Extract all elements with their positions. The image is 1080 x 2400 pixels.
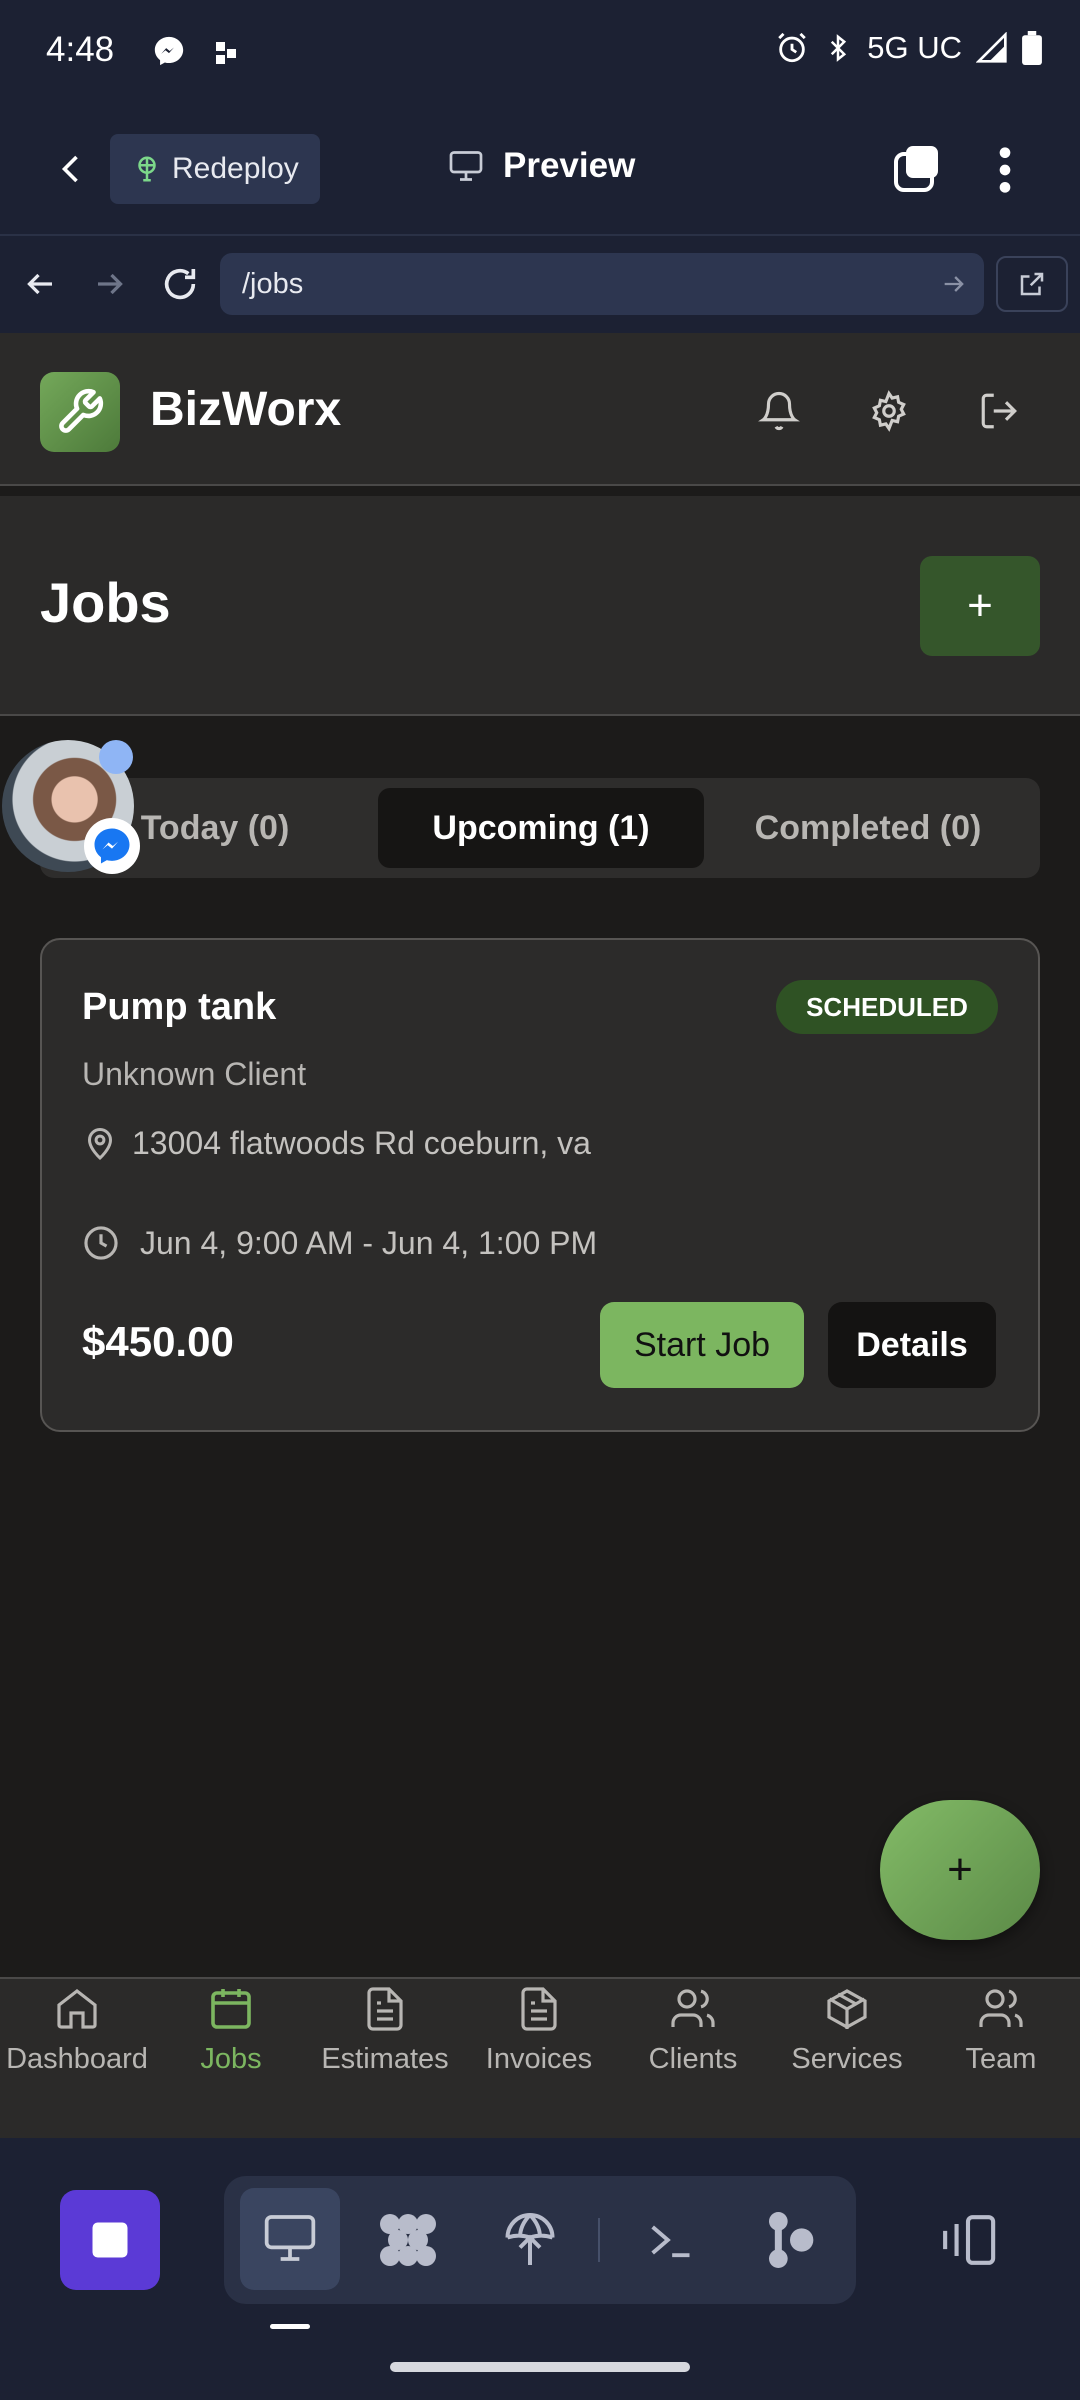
dock-active-indicator xyxy=(270,2324,310,2329)
job-address: 13004 flatwoods Rd coeburn, va xyxy=(82,1124,591,1162)
browser-forward-icon[interactable] xyxy=(92,266,128,302)
external-link-icon xyxy=(1017,269,1047,299)
job-tabs: Today (0) Upcoming (1) Completed (0) xyxy=(40,778,1040,878)
nav-item-jobs[interactable]: Jobs xyxy=(154,1985,308,2076)
stop-button[interactable] xyxy=(60,2190,160,2290)
url-text: /jobs xyxy=(242,267,304,300)
add-job-button[interactable]: + xyxy=(920,556,1040,656)
map-pin-icon xyxy=(82,1124,118,1162)
clock-icon xyxy=(82,1224,120,1262)
nav-label: Services xyxy=(791,2043,903,2075)
nav-label: Team xyxy=(965,2043,1037,2075)
nav-label: Invoices xyxy=(485,2043,593,2075)
job-time-text: Jun 4, 9:00 AM - Jun 4, 1:00 PM xyxy=(140,1224,598,1261)
reload-icon[interactable] xyxy=(160,264,200,304)
alarm-icon xyxy=(775,31,809,65)
users-icon xyxy=(669,1985,717,2033)
document-icon xyxy=(361,1985,409,2033)
nav-label: Clients xyxy=(648,2043,738,2075)
back-button[interactable] xyxy=(54,148,90,190)
redeploy-button[interactable]: Redeploy xyxy=(110,134,320,204)
calendar-icon xyxy=(207,1985,255,2033)
shell-tool-icon[interactable] xyxy=(640,2214,700,2266)
tabs-switcher-button[interactable] xyxy=(892,144,942,194)
nav-label: Jobs xyxy=(200,2043,262,2075)
page-title: Jobs xyxy=(40,571,171,634)
signal-icon xyxy=(976,32,1008,64)
nav-label: Dashboard xyxy=(6,2043,148,2075)
start-job-button[interactable]: Start Job xyxy=(600,1302,804,1388)
preview-label: Preview xyxy=(503,146,636,185)
status-right: 5G UC xyxy=(775,30,1042,66)
deploy-tool-icon[interactable] xyxy=(500,2208,560,2272)
nav-item-team[interactable]: Team xyxy=(924,1985,1078,2076)
users-icon xyxy=(977,1985,1025,2033)
nav-item-estimates[interactable]: Estimates xyxy=(308,1985,462,2076)
messenger-icon xyxy=(91,825,133,867)
details-button[interactable]: Details xyxy=(828,1302,996,1388)
url-go-icon[interactable] xyxy=(940,270,968,298)
status-badge: SCHEDULED xyxy=(776,980,998,1034)
preview-tool-icon xyxy=(260,2210,320,2266)
monitor-icon xyxy=(447,148,485,184)
tab-upcoming[interactable]: Upcoming (1) xyxy=(378,788,704,868)
tab-completed[interactable]: Completed (0) xyxy=(706,788,1030,868)
unread-dot xyxy=(99,740,133,774)
logout-icon[interactable] xyxy=(978,390,1020,432)
nav-item-clients[interactable]: Clients xyxy=(616,1985,770,2076)
job-client: Unknown Client xyxy=(82,1056,307,1092)
status-time: 4:48 xyxy=(46,30,115,69)
app-status-icon xyxy=(214,40,240,66)
bluetooth-icon xyxy=(823,31,853,65)
device-switch-icon[interactable] xyxy=(936,2212,1000,2268)
redeploy-label: Redeploy xyxy=(172,152,299,185)
job-address-text: 13004 flatwoods Rd coeburn, va xyxy=(132,1124,591,1161)
agent-tool-icon[interactable] xyxy=(376,2208,440,2272)
fab-add-button[interactable]: + xyxy=(880,1800,1040,1940)
nav-item-dashboard[interactable]: Dashboard xyxy=(0,1985,154,2076)
wrench-icon xyxy=(55,387,105,437)
more-options-icon[interactable] xyxy=(996,146,1014,194)
git-tool-icon[interactable] xyxy=(762,2206,818,2274)
messenger-status-icon xyxy=(152,34,186,68)
battery-icon xyxy=(1022,31,1042,65)
dock-divider xyxy=(598,2218,600,2262)
job-price: $450.00 xyxy=(82,1318,234,1365)
nav-label: Estimates xyxy=(321,2043,449,2075)
job-time: Jun 4, 9:00 AM - Jun 4, 1:00 PM xyxy=(82,1224,597,1262)
package-icon xyxy=(823,1985,871,2033)
brand-logo xyxy=(40,372,120,452)
url-input[interactable]: /jobs xyxy=(220,253,984,315)
job-title: Pump tank xyxy=(82,986,277,1028)
browser-back-icon[interactable] xyxy=(22,266,58,302)
network-label: 5G UC xyxy=(867,30,962,65)
deploy-icon xyxy=(132,154,162,184)
nav-item-services[interactable]: Services xyxy=(770,1985,924,2076)
brand-name: BizWorx xyxy=(150,383,342,436)
settings-icon[interactable] xyxy=(868,390,910,432)
stop-icon xyxy=(89,2219,131,2261)
gesture-home-bar[interactable] xyxy=(390,2362,690,2372)
notifications-icon[interactable] xyxy=(758,390,800,432)
home-icon xyxy=(53,1985,101,2033)
document-icon xyxy=(515,1985,563,2033)
nav-item-invoices[interactable]: Invoices xyxy=(462,1985,616,2076)
messenger-badge xyxy=(84,818,140,874)
preview-title[interactable]: Preview xyxy=(447,146,635,186)
open-external-button[interactable] xyxy=(996,256,1068,312)
